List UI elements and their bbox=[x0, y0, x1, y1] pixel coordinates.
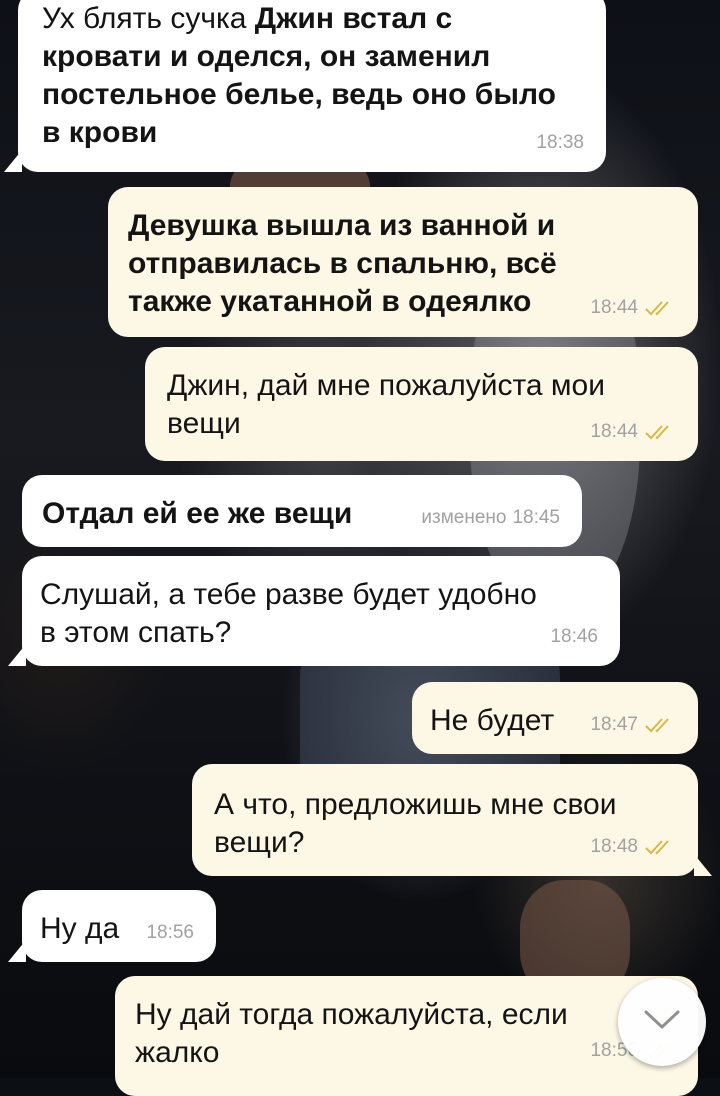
message-meta: 18:47 bbox=[590, 706, 676, 744]
message-time: 18:47 bbox=[590, 714, 638, 735]
message-bubble-outgoing[interactable]: Джин, дай мне пожалуйста мои вещи 18:44 bbox=[145, 347, 698, 461]
message-text-line: Слушай, а тебе разве будет удобно bbox=[40, 578, 537, 611]
message-text-line: А что, предложишь мне свои bbox=[214, 788, 617, 821]
message-text-line: в этом спать? bbox=[40, 616, 232, 649]
message-text-line: Девушка вышла из ванной и bbox=[128, 209, 556, 242]
message-text-bold: кровати и оделся, он заменил bbox=[42, 40, 491, 73]
bubble-tail bbox=[694, 854, 712, 876]
message-text-bold: Джин встал с bbox=[254, 2, 453, 35]
message-meta: 18:56 bbox=[146, 914, 194, 952]
message-time: 18:56 bbox=[146, 922, 194, 943]
message-meta: 18:44 bbox=[590, 413, 676, 451]
message-text-bold: в крови bbox=[42, 116, 158, 149]
message-text-line: Джин, дай мне пожалуйста мои bbox=[167, 369, 605, 402]
message-meta: 18:38 bbox=[536, 124, 584, 162]
message-meta: 18:46 bbox=[550, 618, 598, 656]
chevron-down-icon bbox=[642, 1008, 682, 1037]
message-time: 18:44 bbox=[590, 297, 638, 318]
message-meta: изменено 18:45 bbox=[421, 499, 560, 537]
message-bubble-outgoing[interactable]: Девушка вышла из ванной и отправилась в … bbox=[108, 187, 698, 337]
bubble-tail bbox=[4, 150, 22, 172]
message-time: 18:38 bbox=[536, 132, 584, 153]
message-bubble-outgoing[interactable]: А что, предложишь мне свои вещи? 18:48 bbox=[192, 764, 712, 876]
message-bubble-incoming[interactable]: Отдал ей ее же вещи изменено 18:45 bbox=[22, 475, 582, 547]
message-meta: 18:44 bbox=[590, 289, 676, 327]
message-text: Ух блять сучка bbox=[42, 2, 255, 35]
message-time: 18:45 bbox=[512, 507, 560, 528]
double-check-icon bbox=[644, 838, 676, 856]
message-text-bold: постельное белье, ведь оно было bbox=[42, 78, 556, 111]
bubble-tail bbox=[8, 940, 26, 962]
message-bubble-incoming[interactable]: Слушай, а тебе разве будет удобно в этом… bbox=[8, 556, 620, 666]
bubble-tail bbox=[8, 644, 26, 666]
message-text-line: Ну дай тогда пожалуйста, если bbox=[135, 998, 568, 1031]
message-text-line: отправилась в спальню, всё bbox=[128, 247, 557, 280]
message-time: 18:48 bbox=[590, 836, 638, 857]
message-bubble-incoming[interactable]: Ух блять сучка Джин встал с кровати и од… bbox=[4, 0, 606, 172]
double-check-icon bbox=[644, 299, 676, 317]
scroll-to-bottom-button[interactable] bbox=[618, 978, 706, 1066]
double-check-icon bbox=[644, 716, 676, 734]
message-bubble-outgoing[interactable]: Ну дай тогда пожалуйста, если жалко 18:5… bbox=[115, 976, 698, 1096]
message-time: 18:46 bbox=[550, 626, 598, 647]
message-bubble-outgoing[interactable]: Не будет 18:47 bbox=[412, 682, 698, 754]
double-check-icon bbox=[644, 423, 676, 441]
message-meta: 18:48 bbox=[590, 828, 676, 866]
message-bubble-incoming[interactable]: Ну да 18:56 bbox=[8, 890, 216, 962]
edited-label: изменено bbox=[421, 507, 507, 528]
message-time: 18:44 bbox=[590, 421, 638, 442]
